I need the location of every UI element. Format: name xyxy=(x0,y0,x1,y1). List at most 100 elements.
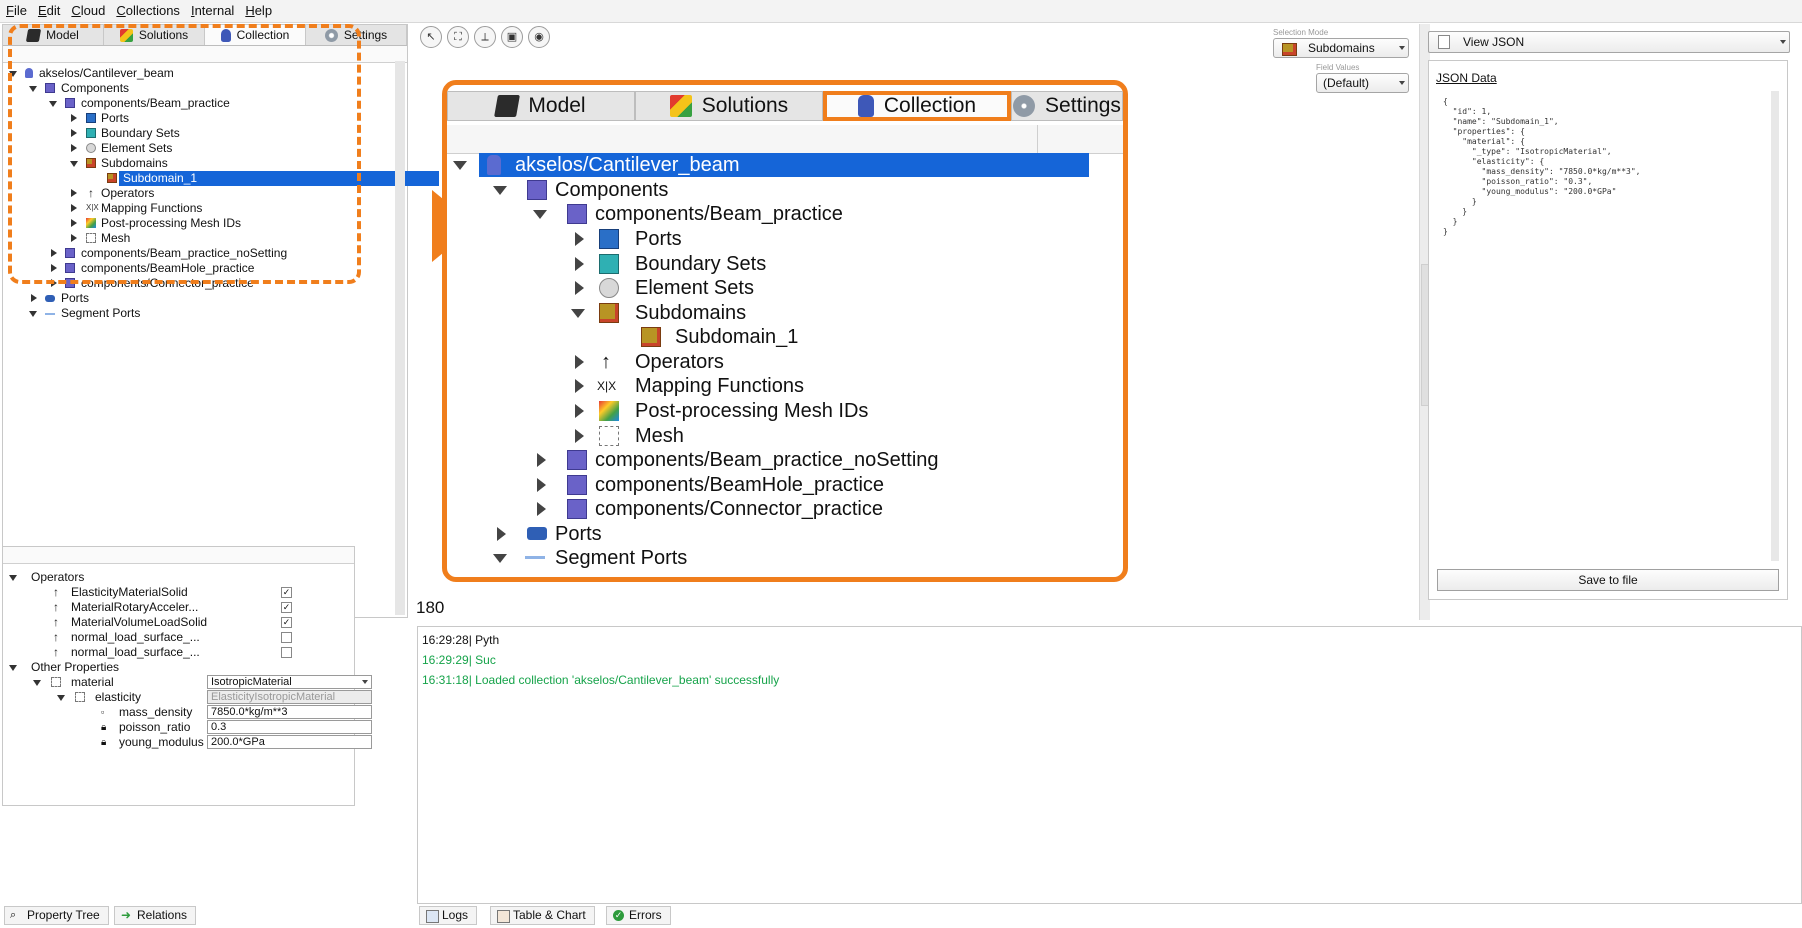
expand-arrow-icon[interactable] xyxy=(497,527,506,541)
expand-arrow-icon[interactable] xyxy=(9,665,17,671)
operator-checkbox[interactable]: ✓ xyxy=(281,602,292,613)
operator-checkbox[interactable]: ✓ xyxy=(281,587,292,598)
expand-arrow-icon[interactable] xyxy=(575,379,584,393)
zoom-row-root[interactable]: akselos/Cantilever_beam xyxy=(447,153,1123,177)
tree-label: Boundary Sets xyxy=(635,253,767,275)
expand-arrow-icon[interactable] xyxy=(9,575,17,581)
mass-density-input[interactable]: 7850.0*kg/m**3 xyxy=(207,705,372,719)
expand-arrow-icon[interactable] xyxy=(33,680,41,686)
menu-collections[interactable]: Collections xyxy=(110,0,185,18)
poisson-ratio-input[interactable]: 0.3 xyxy=(207,720,372,734)
operator-checkbox[interactable] xyxy=(281,632,292,643)
cube-icon xyxy=(567,499,587,519)
view-json-label: View JSON xyxy=(1463,35,1525,49)
expand-arrow-icon[interactable] xyxy=(57,695,65,701)
log-line: 16:29:28| Pyth xyxy=(422,633,499,647)
expand-arrow-icon[interactable] xyxy=(537,502,546,516)
menu-cloud[interactable]: Cloud xyxy=(65,0,110,18)
zoom-tab-settings[interactable]: Settings xyxy=(1011,91,1123,121)
lock-icon: 🔒︎ xyxy=(101,737,107,748)
menu-internal[interactable]: Internal xyxy=(185,0,239,18)
field-values-label: Field Values xyxy=(1316,63,1360,72)
menu-edit[interactable]: Edit xyxy=(32,0,65,18)
model-icon xyxy=(494,95,521,117)
prop-row-material: material IsotropicMaterial xyxy=(3,675,372,690)
expand-arrow-icon[interactable] xyxy=(571,309,585,318)
zoom-tab-model[interactable]: Model xyxy=(447,91,635,121)
fit-view-button[interactable]: ⛶ xyxy=(447,26,469,48)
save-to-file-button[interactable]: Save to file xyxy=(1437,569,1779,591)
expand-arrow-icon[interactable] xyxy=(575,232,584,246)
arrow-up-icon: ↑ xyxy=(53,630,59,644)
json-scrollbar[interactable] xyxy=(1771,91,1779,561)
menu-help[interactable]: Help xyxy=(239,0,277,18)
tree-scrollbar[interactable] xyxy=(395,61,405,615)
field-values-select[interactable]: (Default) xyxy=(1316,73,1409,93)
expand-arrow-icon[interactable] xyxy=(575,355,584,369)
tree-row-root-ports[interactable]: Ports xyxy=(3,291,407,306)
tree-label: Operators xyxy=(635,351,724,373)
tree-label: Ports xyxy=(635,228,682,250)
operator-label: MaterialVolumeLoadSolid xyxy=(71,615,208,629)
expand-arrow-icon[interactable] xyxy=(29,311,37,317)
axes-button[interactable]: ⟂ xyxy=(474,26,496,48)
prop-row-young: 🔒︎ young_modulus 200.0*GPa xyxy=(3,735,372,750)
selection-mode-select[interactable]: Subdomains xyxy=(1273,38,1409,58)
expand-arrow-icon[interactable] xyxy=(533,210,547,219)
tab-relations[interactable]: ➜ Relations xyxy=(114,906,197,925)
chevron-down-icon xyxy=(362,680,368,684)
tab-label: Solutions xyxy=(701,94,789,117)
log-time: 16:31:18| xyxy=(422,673,472,687)
expand-arrow-icon[interactable] xyxy=(575,404,584,418)
layers-button[interactable]: ▣ xyxy=(501,26,523,48)
expand-arrow-icon[interactable] xyxy=(493,554,507,563)
tree-label: components/Connector_practice xyxy=(595,498,883,520)
tree-label: Mesh xyxy=(635,425,684,447)
json-panel: JSON Data { "id": 1, "name": "Subdomain_… xyxy=(1428,60,1788,600)
tab-label: Settings xyxy=(1045,94,1121,117)
expand-arrow-icon[interactable] xyxy=(31,294,37,302)
expand-arrow-icon[interactable] xyxy=(493,186,507,195)
arrow-up-icon: ↑ xyxy=(53,645,59,659)
highlight-dashed-box xyxy=(8,24,361,284)
cube-icon xyxy=(567,475,587,495)
tab-label: Logs xyxy=(442,908,469,922)
elasticity-field: ElasticityIsotropicMaterial xyxy=(207,690,372,704)
expand-arrow-icon[interactable] xyxy=(575,257,584,271)
tab-logs[interactable]: Logs xyxy=(419,906,478,925)
menu-file[interactable]: File xyxy=(0,0,32,18)
select-tool-button[interactable]: ↖ xyxy=(420,26,442,48)
eye-icon[interactable]: ◉ xyxy=(528,26,550,48)
tab-property-tree[interactable]: ⌕ Property Tree xyxy=(4,906,109,925)
expand-arrow-icon[interactable] xyxy=(537,478,546,492)
grid-icon xyxy=(51,677,61,687)
prop-row-operators[interactable]: Operators xyxy=(3,570,354,585)
prop-row-other[interactable]: Other Properties xyxy=(3,660,354,675)
zoom-tab-collection[interactable]: Collection xyxy=(823,91,1011,121)
operator-checkbox[interactable]: ✓ xyxy=(281,617,292,628)
log-text: Pyth xyxy=(475,633,500,647)
tree-row-segment-ports[interactable]: Segment Ports xyxy=(3,306,407,321)
subdomain-icon xyxy=(599,303,619,323)
chevron-down-icon xyxy=(1399,46,1405,50)
tab-label: Relations xyxy=(137,908,188,922)
material-select[interactable]: IsotropicMaterial xyxy=(207,675,372,689)
expand-arrow-icon[interactable] xyxy=(575,281,584,295)
operator-checkbox[interactable] xyxy=(281,647,292,658)
expand-arrow-icon[interactable] xyxy=(537,453,546,467)
tab-label: Collection xyxy=(883,94,977,117)
view-json-select[interactable]: View JSON xyxy=(1428,31,1790,53)
expand-arrow-icon[interactable] xyxy=(575,429,584,443)
zoom-tab-solutions[interactable]: Solutions xyxy=(635,91,823,121)
expand-arrow-icon[interactable] xyxy=(453,161,467,170)
tab-errors[interactable]: ✓ Errors xyxy=(606,906,671,925)
chevron-down-icon xyxy=(1780,40,1786,44)
log-text: Loaded collection 'akselos/Cantilever_be… xyxy=(475,673,780,687)
tab-label: Property Tree xyxy=(27,908,100,922)
prop-row-operator: ↑ ElasticityMaterialSolid ✓ xyxy=(3,585,354,600)
arrow-up-icon: ↑ xyxy=(53,615,59,629)
tab-table-chart[interactable]: Table & Chart xyxy=(490,906,595,925)
tab-label: Table & Chart xyxy=(513,908,586,922)
young-modulus-input[interactable]: 200.0*GPa xyxy=(207,735,372,749)
grid-icon xyxy=(75,692,85,702)
